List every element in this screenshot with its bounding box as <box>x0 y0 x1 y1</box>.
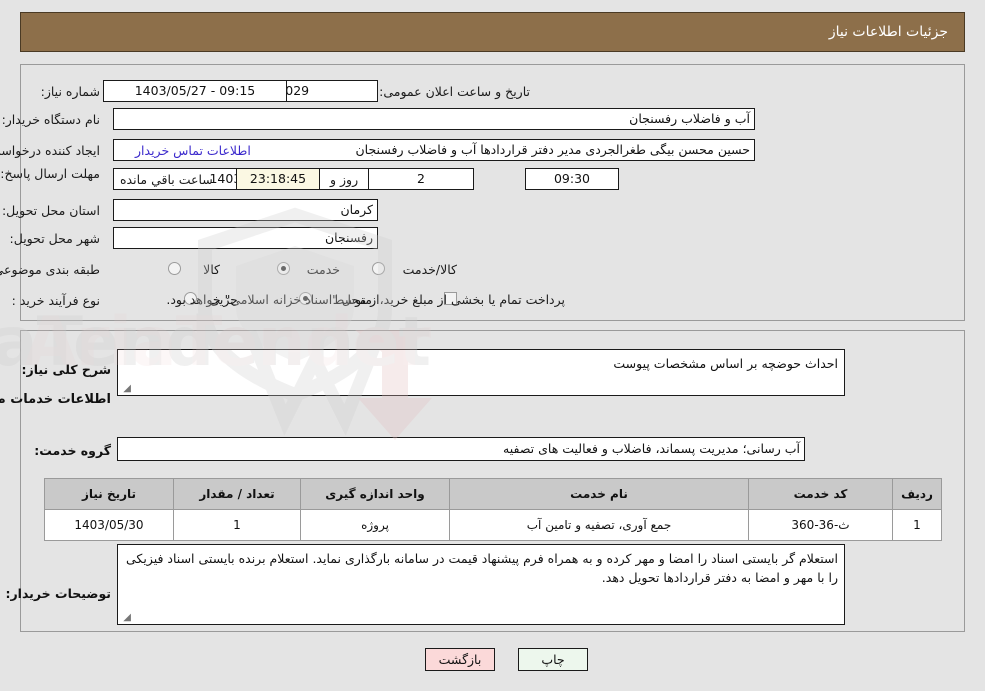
th-service-name: نام خدمت <box>449 478 749 510</box>
resize-grip-icon[interactable]: ◢ <box>121 384 131 394</box>
back-button[interactable]: بازگشت <box>425 648 495 671</box>
deadline-label: مهلت ارسال پاسخ: تا تاریخ: <box>0 166 100 181</box>
need-info-panel <box>20 64 965 321</box>
cell-service-code: ث-36-360 <box>748 509 893 541</box>
print-button[interactable]: چاپ <box>518 648 588 671</box>
buyer-contact-link[interactable]: اطلاعات تماس خریدار <box>135 143 251 158</box>
deadline-days: 2 <box>368 168 474 190</box>
city-label: شهر محل تحویل: <box>9 231 100 246</box>
radio-category-kala-label: کالا <box>203 262 220 277</box>
radio-category-kala[interactable] <box>168 262 181 275</box>
cell-unit: پروژه <box>300 509 450 541</box>
need-number-label: شماره نیاز: <box>40 84 100 99</box>
radio-category-khedmat-label: خدمت <box>306 262 340 277</box>
services-table: ردیف کد خدمت نام خدمت واحد اندازه گیری ت… <box>44 478 942 541</box>
general-need-label: شرح کلی نیاز: <box>21 362 111 377</box>
buyer-notes-label: توضیحات خریدار: <box>5 586 111 601</box>
cell-need-date: 1403/05/30 <box>44 509 174 541</box>
page-root: جزئیات اطلاعات نیاز AriaTender.net AriaT… <box>0 0 985 691</box>
service-group-value: آب رسانی؛ مدیریت پسماند، فاضلاب و فعالیت… <box>117 437 805 461</box>
city-value: رفسنجان <box>113 227 378 249</box>
category-label: طبقه بندی موضوعی: <box>0 262 100 277</box>
buyer-notes-value: استعلام گر بایستی اسناد را امضا و مهر کر… <box>126 551 838 585</box>
public-announce-value: 09:15 - 1403/05/27 <box>103 80 287 102</box>
request-creator-label: ایجاد کننده درخواست: <box>0 143 100 158</box>
radio-category-khedmat[interactable] <box>277 262 290 275</box>
cell-service-name: جمع آوری، تصفیه و تامین آب <box>449 509 749 541</box>
th-row-no: ردیف <box>892 478 942 510</box>
page-title: جزئیات اطلاعات نیاز <box>828 24 948 40</box>
general-need-value: احداث حوضچه بر اساس مشخصات پیوست <box>613 356 838 371</box>
resize-grip-icon-notes[interactable]: ◢ <box>121 613 131 623</box>
services-section-title: اطلاعات خدمات مورد نیاز <box>0 392 111 407</box>
table-header-row: ردیف کد خدمت نام خدمت واحد اندازه گیری ت… <box>44 478 942 510</box>
general-need-textarea[interactable]: احداث حوضچه بر اساس مشخصات پیوست ◢ <box>117 349 845 396</box>
buyer-org-label: نام دستگاه خریدار: <box>1 112 100 127</box>
public-announce-label: تاریخ و ساعت اعلان عمومی: <box>379 84 530 99</box>
th-unit: واحد اندازه گیری <box>300 478 450 510</box>
table-row: 1 ث-36-360 جمع آوری، تصفیه و تامین آب پر… <box>44 509 942 541</box>
radio-category-kala-khedmat-label: کالا/خدمت <box>402 262 457 277</box>
province-value: کرمان <box>113 199 378 221</box>
deadline-time: 09:30 <box>525 168 619 190</box>
deadline-countdown-label: ساعت باقي مانده <box>120 172 213 187</box>
buyer-org-value: آب و فاضلاب رفسنجان <box>113 108 755 130</box>
page-header: جزئیات اطلاعات نیاز <box>20 12 965 52</box>
cell-quantity: 1 <box>173 509 301 541</box>
province-label: استان محل تحویل: <box>1 203 100 218</box>
service-group-label: گروه خدمت: <box>34 443 111 458</box>
th-service-code: کد خدمت <box>748 478 893 510</box>
islamic-treasury-label: پرداخت تمام یا بخشی از مبلغ خرید،از محل … <box>166 292 565 307</box>
radio-category-kala-khedmat[interactable] <box>372 262 385 275</box>
cell-row-no: 1 <box>892 509 942 541</box>
buyer-notes-textarea[interactable]: استعلام گر بایستی اسناد را امضا و مهر کر… <box>117 544 845 625</box>
th-need-date: تاریخ نیاز <box>44 478 174 510</box>
deadline-countdown: 23:18:45 <box>236 168 320 190</box>
purchase-type-label: نوع فرآیند خرید : <box>11 293 100 308</box>
deadline-days-label: روز و <box>330 172 359 187</box>
th-quantity: تعداد / مقدار <box>173 478 301 510</box>
